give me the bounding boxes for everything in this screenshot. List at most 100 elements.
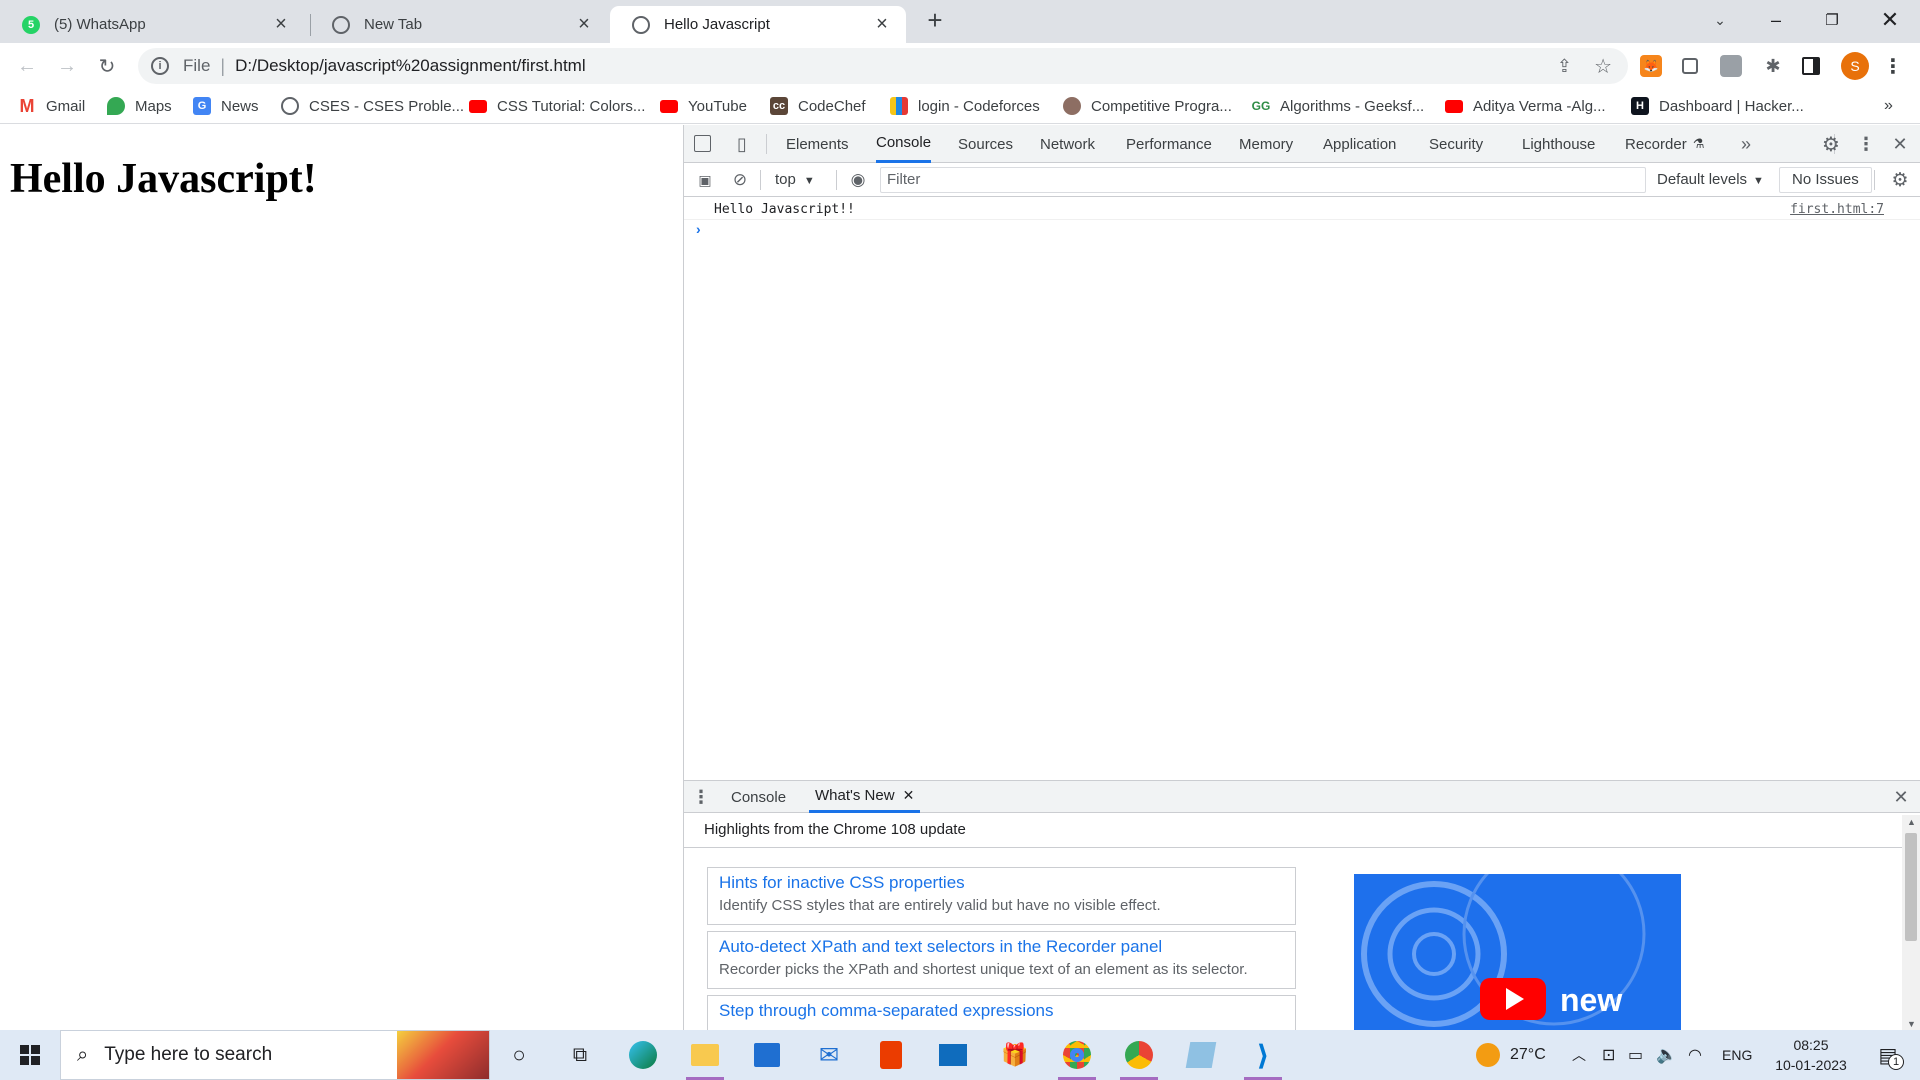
chrome-menu-icon[interactable]: ⋮	[1882, 55, 1904, 78]
live-expression-eye-icon[interactable]: ◉	[846, 168, 870, 192]
notepad-icon[interactable]	[1176, 1035, 1226, 1075]
context-selector[interactable]: top ▼	[775, 171, 815, 188]
office-icon[interactable]	[866, 1035, 916, 1075]
drawer-tab-console[interactable]: Console	[731, 781, 786, 813]
wifi-icon[interactable]: ◠	[1688, 1030, 1702, 1080]
battery-icon[interactable]: ▭	[1628, 1030, 1643, 1080]
bookmark-maps[interactable]: Maps	[107, 95, 172, 117]
console-source-link[interactable]: first.html:7	[1790, 202, 1884, 217]
remote-desktop-icon[interactable]	[928, 1035, 978, 1075]
bookmark-aditya-verma[interactable]: Aditya Verma -Alg...	[1445, 95, 1606, 117]
volume-icon[interactable]: 🔈	[1656, 1030, 1677, 1080]
drawer-scrollbar[interactable]: ▲ ▼	[1902, 815, 1920, 1031]
tab-search-icon[interactable]: ⌄	[1694, 0, 1746, 40]
whats-new-card[interactable]: Auto-detect XPath and text selectors in …	[707, 931, 1296, 989]
edge-browser-icon[interactable]	[618, 1035, 668, 1075]
scroll-up-icon[interactable]: ▲	[1907, 817, 1916, 827]
tab-whatsapp[interactable]: 5 (5) WhatsApp ×	[0, 6, 305, 43]
close-tab-icon[interactable]: ✕	[903, 787, 915, 804]
log-levels-dropdown[interactable]: Default levels ▼	[1657, 171, 1764, 188]
tab-new-tab[interactable]: New Tab ×	[310, 6, 608, 43]
side-panel-icon[interactable]	[1802, 57, 1820, 75]
cortana-icon[interactable]: ○	[494, 1035, 544, 1075]
tab-network[interactable]: Network	[1040, 125, 1095, 163]
file-explorer-icon[interactable]	[680, 1035, 730, 1080]
card-title-link[interactable]: Hints for inactive CSS properties	[719, 873, 1284, 893]
forward-icon[interactable]: →	[53, 52, 81, 80]
tab-security[interactable]: Security	[1429, 125, 1483, 163]
bookmark-star-icon[interactable]: ☆	[1594, 54, 1612, 79]
tab-elements[interactable]: Elements	[786, 125, 849, 163]
chrome-icon[interactable]	[1052, 1035, 1102, 1080]
whats-new-card[interactable]: Hints for inactive CSS properties Identi…	[707, 867, 1296, 925]
tab-performance[interactable]: Performance	[1126, 125, 1212, 163]
clear-console-icon[interactable]: ⊘	[728, 168, 752, 192]
tab-sources[interactable]: Sources	[958, 125, 1013, 163]
settings-gear-icon[interactable]: ⚙	[1819, 132, 1843, 156]
scrollbar-thumb[interactable]	[1905, 833, 1917, 941]
bookmark-hackerrank[interactable]: H Dashboard | Hacker...	[1631, 95, 1804, 117]
drawer-menu-icon[interactable]: ⋮	[689, 785, 713, 809]
extensions-puzzle-icon[interactable]: ✱	[1762, 55, 1784, 77]
new-tab-icon[interactable]: +	[910, 0, 960, 40]
scroll-down-icon[interactable]: ▼	[1907, 1019, 1916, 1029]
address-bar[interactable]: i File | D:/Desktop/javascript%20assignm…	[138, 48, 1628, 84]
show-hidden-icons-icon[interactable]: ︿	[1572, 1030, 1586, 1080]
vscode-icon[interactable]: ⟩	[1238, 1035, 1288, 1080]
device-toolbar-icon[interactable]: ▯	[730, 132, 754, 156]
issues-button[interactable]: No Issues	[1779, 167, 1872, 193]
extension-profile-icon[interactable]	[1720, 55, 1742, 77]
bookmark-news[interactable]: G News	[193, 95, 259, 117]
bookmark-competitive-programming[interactable]: Competitive Progra...	[1063, 95, 1232, 117]
url-text[interactable]: D:/Desktop/javascript%20assignment/first…	[235, 56, 586, 76]
tab-hello-javascript[interactable]: Hello Javascript ×	[610, 6, 906, 43]
taskbar-search[interactable]: ⌕ Type here to search	[60, 1030, 490, 1080]
site-info-icon[interactable]: i	[151, 57, 169, 75]
card-title-link[interactable]: Step through comma-separated expressions	[719, 1001, 1284, 1021]
tab-application[interactable]: Application	[1323, 125, 1396, 163]
reload-icon[interactable]: ↻	[93, 52, 121, 80]
weather-widget[interactable]: 27°C	[1476, 1030, 1546, 1080]
inspect-element-icon[interactable]	[694, 135, 711, 152]
tab-memory[interactable]: Memory	[1239, 125, 1293, 163]
tab-recorder[interactable]: Recorder ⚗	[1625, 125, 1704, 163]
bookmark-cses[interactable]: CSES - CSES Proble...	[281, 95, 464, 117]
close-tab-icon[interactable]: ×	[271, 13, 291, 35]
more-bookmarks-icon[interactable]: »	[1884, 95, 1893, 117]
extension-square-icon[interactable]	[1682, 58, 1698, 74]
notification-center-icon[interactable]: ▤ 1	[1868, 1030, 1908, 1080]
meet-now-icon[interactable]: ⊡	[1602, 1030, 1615, 1080]
bookmark-codeforces[interactable]: login - Codeforces	[890, 95, 1040, 117]
minimize-icon[interactable]: –	[1750, 0, 1802, 40]
back-icon[interactable]: ←	[13, 52, 41, 80]
bookmark-gmail[interactable]: M Gmail	[18, 95, 86, 117]
console-settings-gear-icon[interactable]: ⚙	[1888, 168, 1912, 192]
mail-icon[interactable]: ✉	[804, 1035, 854, 1075]
console-filter-input[interactable]: Filter	[880, 167, 1646, 193]
close-tab-icon[interactable]: ×	[872, 13, 892, 35]
bookmark-youtube[interactable]: YouTube	[660, 95, 747, 117]
close-drawer-icon[interactable]: ✕	[1889, 785, 1913, 809]
share-icon[interactable]: ⇪	[1557, 56, 1572, 77]
input-language[interactable]: ENG	[1722, 1030, 1752, 1080]
task-view-icon[interactable]: ⧉	[555, 1035, 605, 1075]
tab-lighthouse[interactable]: Lighthouse	[1522, 125, 1595, 163]
metamask-extension-icon[interactable]: 🦊	[1640, 55, 1662, 77]
console-prompt-icon[interactable]: ›	[696, 221, 701, 237]
chrome-profile-icon[interactable]	[1114, 1035, 1164, 1080]
devtools-menu-icon[interactable]: ⋮	[1854, 132, 1878, 156]
bookmark-geeksforgeeks[interactable]: GG Algorithms - Geeksf...	[1252, 95, 1425, 117]
restore-icon[interactable]: ❐	[1806, 0, 1858, 40]
card-title-link[interactable]: Auto-detect XPath and text selectors in …	[719, 937, 1284, 957]
microsoft-store-icon[interactable]	[742, 1035, 792, 1075]
bookmark-codechef[interactable]: cc CodeChef	[770, 95, 866, 117]
bookmark-css-tutorial[interactable]: CSS Tutorial: Colors...	[469, 95, 645, 117]
whats-new-video-thumbnail[interactable]: new	[1354, 874, 1681, 1031]
windows-start-icon[interactable]	[0, 1030, 60, 1080]
whats-new-card[interactable]: Step through comma-separated expressions	[707, 995, 1296, 1035]
drawer-tab-whats-new[interactable]: What's New ✕	[809, 781, 921, 813]
close-window-icon[interactable]: ✕	[1864, 0, 1916, 40]
close-devtools-icon[interactable]: ✕	[1888, 132, 1912, 156]
show-sidebar-icon[interactable]: ▣	[693, 168, 717, 192]
more-tabs-icon[interactable]: »	[1734, 132, 1758, 156]
